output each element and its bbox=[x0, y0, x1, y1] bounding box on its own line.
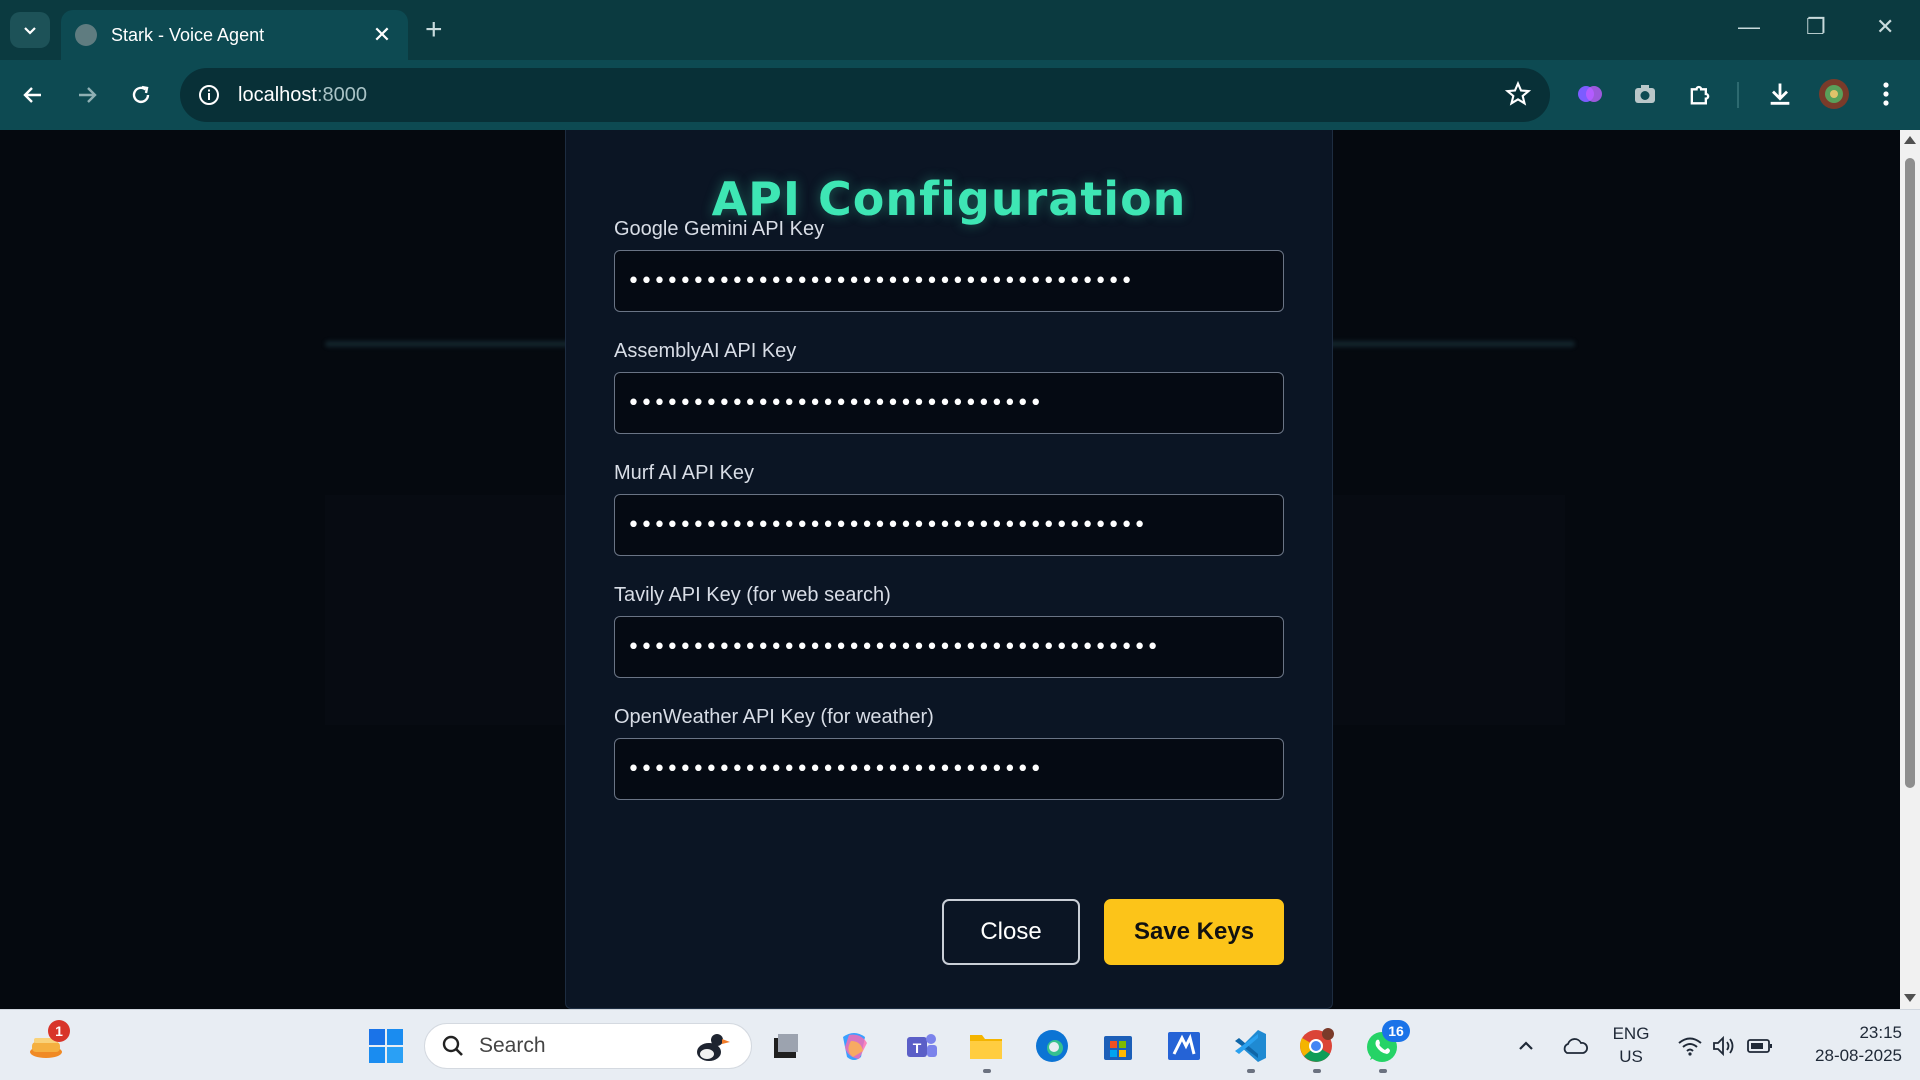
chevron-up-icon[interactable] bbox=[1504, 1024, 1548, 1068]
scroll-thumb[interactable] bbox=[1905, 158, 1915, 788]
close-button[interactable]: Close bbox=[942, 899, 1080, 965]
search-label: Search bbox=[479, 1034, 546, 1057]
whatsapp-badge: 16 bbox=[1382, 1020, 1410, 1042]
site-info-icon[interactable] bbox=[196, 82, 222, 108]
minimize-icon[interactable]: — bbox=[1738, 14, 1760, 40]
arrow-right-icon bbox=[79, 87, 97, 103]
ai-extension-icon[interactable] bbox=[1572, 76, 1608, 112]
assemblyai-key-label: AssemblyAI API Key bbox=[614, 340, 797, 362]
search-icon bbox=[442, 1035, 463, 1056]
language-indicator-bottom[interactable]: US bbox=[1606, 1047, 1656, 1067]
copilot-icon[interactable] bbox=[832, 1024, 876, 1068]
globe-icon bbox=[75, 24, 97, 46]
svg-text:T: T bbox=[913, 1040, 922, 1056]
openweather-key-label: OpenWeather API Key (for weather) bbox=[614, 706, 934, 728]
clock-time[interactable]: 23:15 bbox=[1792, 1023, 1902, 1043]
vscode-running-dot bbox=[1247, 1069, 1255, 1073]
task-view-icon[interactable] bbox=[764, 1024, 808, 1068]
scroll-down-icon[interactable] bbox=[1904, 994, 1916, 1002]
browser-tab[interactable]: Stark - Voice Agent ✕ bbox=[61, 10, 408, 60]
toolbar-separator bbox=[1737, 82, 1739, 108]
onedrive-cloud-icon[interactable] bbox=[1553, 1024, 1597, 1068]
chrome-icon[interactable] bbox=[1294, 1024, 1338, 1068]
scroll-up-icon[interactable] bbox=[1904, 136, 1916, 144]
start-windows-icon[interactable] bbox=[364, 1024, 408, 1068]
profile-avatar[interactable] bbox=[1816, 76, 1852, 112]
teams-icon[interactable]: T bbox=[898, 1024, 942, 1068]
tavily-key-label: Tavily API Key (for web search) bbox=[614, 584, 891, 606]
reload-icon bbox=[132, 85, 150, 104]
url-host: localhost bbox=[238, 83, 317, 106]
tavily-key-input[interactable]: ••••••••••••••••••••••••••••••••••••••••… bbox=[614, 616, 1284, 678]
chevron-down-icon bbox=[24, 27, 36, 35]
microsoft-store-icon[interactable] bbox=[1096, 1024, 1140, 1068]
address-bar[interactable]: localhost:8000 bbox=[180, 68, 1550, 122]
restore-icon[interactable]: ❐ bbox=[1806, 14, 1826, 40]
bookmark-star-icon[interactable] bbox=[1504, 80, 1532, 113]
extensions-puzzle-icon[interactable] bbox=[1682, 76, 1718, 112]
tab-search-button[interactable] bbox=[10, 12, 50, 48]
camera-extension-icon[interactable] bbox=[1627, 76, 1663, 112]
close-window-icon[interactable]: ✕ bbox=[1876, 14, 1894, 40]
battery-icon[interactable] bbox=[1738, 1024, 1782, 1068]
api-config-modal: API Configuration Google Gemini API Key … bbox=[565, 130, 1333, 1009]
gemini-key-input[interactable]: ••••••••••••••••••••••••••••••••••••••• bbox=[614, 250, 1284, 312]
url-port: :8000 bbox=[316, 83, 367, 106]
menu-kebab-icon[interactable] bbox=[1868, 76, 1904, 112]
vscode-icon[interactable] bbox=[1228, 1024, 1272, 1068]
openweather-key-input[interactable]: •••••••••••••••••••••••••••••••• bbox=[614, 738, 1284, 800]
new-tab-button[interactable]: + bbox=[425, 14, 443, 46]
clock-date[interactable]: 28-08-2025 bbox=[1792, 1046, 1902, 1066]
browser-tab-bar: Stark - Voice Agent ✕ + — ❐ ✕ bbox=[0, 0, 1920, 60]
taskbar-search-box[interactable]: Search bbox=[424, 1023, 752, 1069]
murf-key-label: Murf AI API Key bbox=[614, 462, 755, 484]
close-tab-icon[interactable]: ✕ bbox=[370, 22, 394, 48]
arrow-left-icon bbox=[23, 87, 41, 103]
forward-button[interactable] bbox=[70, 78, 104, 112]
reload-button[interactable] bbox=[124, 78, 158, 112]
assemblyai-key-input[interactable]: •••••••••••••••••••••••••••••••• bbox=[614, 372, 1284, 434]
page-viewport: API Configuration Google Gemini API Key … bbox=[0, 130, 1900, 1009]
tab-title: Stark - Voice Agent bbox=[111, 24, 265, 45]
gemini-key-label: Google Gemini API Key bbox=[614, 218, 825, 240]
download-icon[interactable] bbox=[1762, 76, 1798, 112]
language-indicator-top[interactable]: ENG bbox=[1606, 1024, 1656, 1044]
url-text: localhost:8000 bbox=[238, 84, 367, 107]
murf-key-input[interactable]: •••••••••••••••••••••••••••••••••••••••• bbox=[614, 494, 1284, 556]
save-keys-button[interactable]: Save Keys bbox=[1104, 899, 1284, 965]
whatsapp-running-dot bbox=[1379, 1069, 1387, 1073]
back-button[interactable] bbox=[16, 78, 50, 112]
browser-toolbar: localhost:8000 bbox=[0, 60, 1920, 130]
windows-taskbar: 1 Search T 16 ENG US 23:15 28-08-2025 bbox=[0, 1009, 1920, 1080]
chrome-running-dot bbox=[1313, 1069, 1321, 1073]
file-explorer-running-dot bbox=[983, 1069, 991, 1073]
vertical-scrollbar[interactable] bbox=[1900, 130, 1920, 1009]
edge-browser-icon[interactable] bbox=[1030, 1024, 1074, 1068]
remote-desktop-icon[interactable] bbox=[1162, 1024, 1206, 1068]
puffin-bird-icon bbox=[697, 1034, 730, 1061]
weather-badge: 1 bbox=[48, 1020, 70, 1042]
file-explorer-icon[interactable] bbox=[964, 1024, 1008, 1068]
